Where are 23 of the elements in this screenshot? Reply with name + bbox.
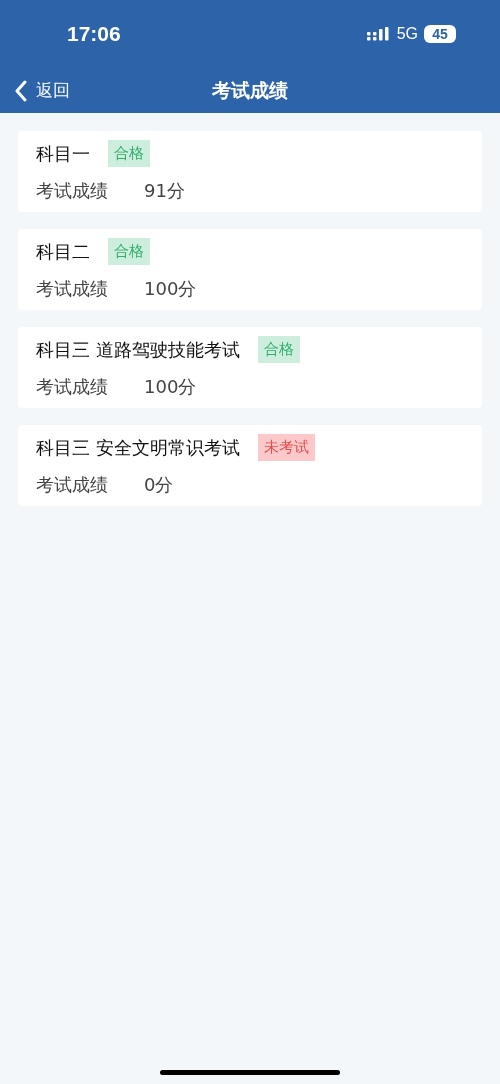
subject-name: 科目三 道路驾驶技能考试: [36, 337, 240, 362]
battery-icon: 45: [424, 25, 456, 43]
back-button[interactable]: 返回: [0, 79, 70, 102]
score-value: 100分: [144, 277, 197, 301]
status-tag: 合格: [108, 238, 150, 265]
score-value: 100分: [144, 375, 197, 399]
score-label: 考试成绩: [36, 179, 108, 203]
network-label: 5G: [396, 25, 418, 43]
score-label: 考试成绩: [36, 473, 108, 497]
page-title: 考试成绩: [212, 77, 288, 103]
score-label: 考试成绩: [36, 277, 108, 301]
subject-name: 科目一: [36, 141, 90, 166]
score-value: 0分: [144, 473, 174, 497]
status-time: 17:06: [67, 22, 121, 46]
subject-name: 科目二: [36, 239, 90, 264]
signal-icon: [366, 27, 391, 41]
status-tag: 未考试: [257, 434, 315, 461]
status-tag: 合格: [108, 140, 150, 167]
score-label: 考试成绩: [36, 375, 108, 399]
score-value: 91分: [144, 179, 185, 203]
status-tag: 合格: [257, 336, 300, 363]
subject-name: 科目三 安全文明常识考试: [36, 435, 240, 460]
chevron-left-icon: [14, 79, 28, 102]
